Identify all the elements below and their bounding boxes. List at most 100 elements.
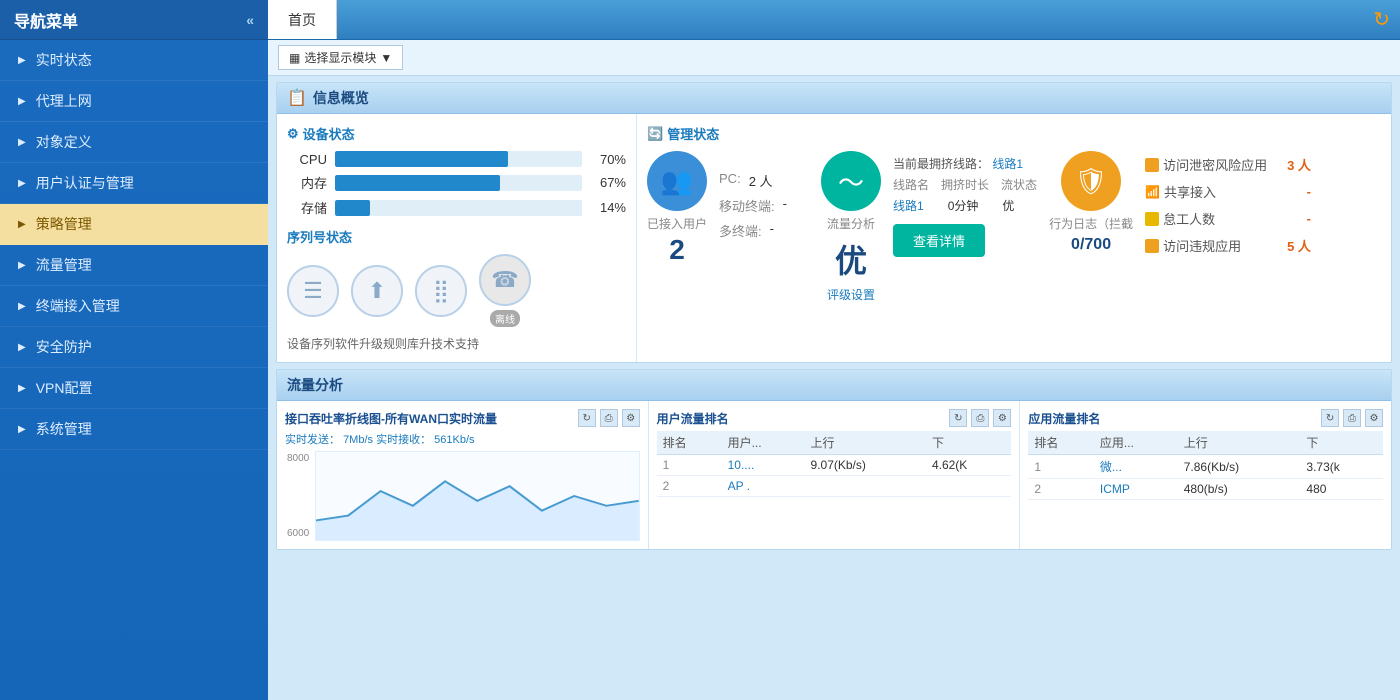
lazy-row: 怠工人数 -: [1145, 209, 1311, 228]
yval-8000: 8000: [287, 453, 309, 464]
sidebar-item-label: 代理上网: [36, 91, 92, 111]
sidebar-item-proxy[interactable]: ▶ 代理上网: [0, 81, 268, 122]
sidebar-collapse-btn[interactable]: «: [246, 12, 254, 28]
refresh-icon[interactable]: ↻: [1373, 7, 1390, 32]
orange-dot: [1145, 158, 1159, 172]
flow-status-value: 优: [1002, 197, 1014, 214]
user-1[interactable]: 10....: [722, 455, 805, 476]
sidebar-item-sysadmin[interactable]: ▶系统管理: [0, 409, 268, 450]
down-2: [926, 476, 1011, 497]
resource-pct: 70%: [590, 152, 626, 167]
app-name-1[interactable]: 微...: [1094, 455, 1178, 479]
arrow-icon: ▶: [18, 342, 26, 353]
view-detail-button[interactable]: 查看详情: [893, 224, 985, 257]
home-tab[interactable]: 首页: [268, 0, 337, 39]
device-panel: ⚙ 设备状态 CPU 70% 内存 67% 存储 14% 序列号状态: [277, 114, 637, 362]
congestion-time-value: 0分钟: [948, 197, 979, 214]
sidebar-item-vpn[interactable]: ▶VPN配置: [0, 368, 268, 409]
info-overview-title: 信息概览: [313, 88, 369, 108]
sidebar: 导航菜单 « ▶实时状态▶代理上网▶对象定义▶用户认证与管理▶策略管理▶流量管理…: [0, 0, 268, 700]
user-print-icon[interactable]: ⎙: [971, 409, 989, 427]
info-panels: ⚙ 设备状态 CPU 70% 内存 67% 存储 14% 序列号状态: [277, 114, 1391, 362]
toolbar: ▦ 选择显示模块 ▼: [268, 40, 1400, 76]
user-refresh-icon[interactable]: ↻: [949, 409, 967, 427]
mobile-value: -: [783, 196, 787, 215]
wan-settings-icon[interactable]: ⚙: [622, 409, 640, 427]
sidebar-item-security[interactable]: ▶安全防护: [0, 327, 268, 368]
serial-icon-3: ⣿: [415, 265, 467, 317]
sidebar-item-label: 终端接入管理: [36, 296, 120, 316]
sidebar-item-policy[interactable]: ▶策略管理: [0, 204, 268, 245]
app-name-2[interactable]: ICMP: [1094, 479, 1178, 500]
sidebar-item-label: 对象定义: [36, 132, 92, 152]
app-up-1: 7.86(Kb/s): [1178, 455, 1301, 479]
arrow-icon: ▶: [18, 178, 26, 189]
user-detail-block: PC: 2 人 移动终端: - 多终端: -: [719, 151, 809, 240]
send-value: 7Mb/s: [343, 434, 373, 446]
pc-label: PC:: [719, 171, 741, 190]
resource-pct: 14%: [590, 200, 626, 215]
sidebar-item-realtime[interactable]: ▶实时状态: [0, 40, 268, 81]
user-2[interactable]: AP .: [722, 476, 805, 497]
wan-print-icon[interactable]: ⎙: [600, 409, 618, 427]
flow-analysis-block: 〜 流量分析 优 评级设置: [821, 151, 881, 303]
select-module-button[interactable]: ▦ 选择显示模块 ▼: [278, 45, 403, 70]
mgmt-panel-title: 🔄 管理状态: [647, 124, 1381, 143]
serial-desc: 设备序列软件升级规则库升技术支持: [287, 335, 626, 352]
wan-panel: 接口吞吐率折线图-所有WAN口实时流量 ↻ ⎙ ⚙ 实时发送： 7Mb/s 实时…: [277, 401, 649, 549]
shield-icon: 🛡: [1061, 151, 1121, 211]
behavior-log-value: 0/700: [1071, 236, 1111, 254]
wifi-icon: 📶: [1145, 185, 1160, 199]
yval-6000: 6000: [287, 528, 309, 539]
resource-label: 存储: [287, 198, 327, 217]
info-overview-section: 📋 信息概览 ⚙ 设备状态 CPU 70% 内存 67: [276, 82, 1392, 363]
app-flow-thead: 排名 应用... 上行 下: [1028, 431, 1383, 455]
arrow-icon: ▶: [18, 96, 26, 107]
app-refresh-icon[interactable]: ↻: [1321, 409, 1339, 427]
congestion-line-label: 当前最拥挤线路： 线路1: [893, 155, 1037, 172]
sidebar-items: ▶实时状态▶代理上网▶对象定义▶用户认证与管理▶策略管理▶流量管理▶终端接入管理…: [0, 40, 268, 450]
user-flow-table: 排名 用户... 上行 下 1 10.... 9.07(Kb/s): [657, 431, 1012, 497]
lazy-value: -: [1307, 211, 1311, 226]
resource-row-内存: 内存 67%: [287, 173, 626, 192]
table-row: 1 10.... 9.07(Kb/s) 4.62(K: [657, 455, 1012, 476]
arrow-icon: ▶: [18, 260, 26, 271]
resource-bar-fill: [335, 200, 370, 216]
pc-value: 2 人: [749, 171, 773, 190]
sidebar-item-auth[interactable]: ▶用户认证与管理: [0, 163, 268, 204]
info-overview-header: 📋 信息概览: [277, 83, 1391, 114]
mgmt-icon: 🔄: [647, 126, 663, 142]
arrow-icon: ▶: [18, 55, 26, 66]
user-settings-icon[interactable]: ⚙: [993, 409, 1011, 427]
flow-quality: 优: [835, 236, 867, 282]
user-flow-header-row: 排名 用户... 上行 下: [657, 431, 1012, 455]
user-flow-icons: ↻ ⎙ ⚙: [949, 409, 1011, 427]
recv-value: 561Kb/s: [434, 434, 474, 446]
app-print-icon[interactable]: ⎙: [1343, 409, 1361, 427]
rating-label[interactable]: 评级设置: [827, 286, 875, 303]
sidebar-item-flow[interactable]: ▶流量管理: [0, 245, 268, 286]
wan-panel-icons: ↻ ⎙ ⚙: [578, 409, 640, 427]
sidebar-item-terminal[interactable]: ▶终端接入管理: [0, 286, 268, 327]
down-1: 4.62(K: [926, 455, 1011, 476]
resource-bar-bg: [335, 151, 582, 167]
device-title-text: 设备状态: [303, 124, 355, 143]
topbar-right: ↻: [1373, 0, 1400, 39]
serial-icon-4-wrap: ☎ 离线: [479, 254, 531, 327]
user-flow-panel: 用户流量排名 ↻ ⎙ ⚙ 排名 用户... 上行: [649, 401, 1021, 549]
resource-bars: CPU 70% 内存 67% 存储 14%: [287, 151, 626, 217]
app-flow-panel: 应用流量排名 ↻ ⎙ ⚙ 排名 应用... 上行: [1020, 401, 1391, 549]
wan-panel-header: 接口吞吐率折线图-所有WAN口实时流量 ↻ ⎙ ⚙: [285, 409, 640, 427]
app-settings-icon[interactable]: ⚙: [1365, 409, 1383, 427]
wan-refresh-icon[interactable]: ↻: [578, 409, 596, 427]
yellow-dot: [1145, 212, 1159, 226]
table-row-2: 2 AP .: [657, 476, 1012, 497]
sidebar-item-objects[interactable]: ▶对象定义: [0, 122, 268, 163]
resource-bar-fill: [335, 151, 508, 167]
app-down-2: 480: [1300, 479, 1383, 500]
route-name-header: 线路名: [893, 176, 929, 193]
app-rank-1: 1: [1028, 455, 1094, 479]
sidebar-item-label: 策略管理: [36, 214, 92, 234]
rank-2: 2: [657, 476, 722, 497]
access-risk-row: 访问泄密风险应用 3 人: [1145, 155, 1311, 174]
